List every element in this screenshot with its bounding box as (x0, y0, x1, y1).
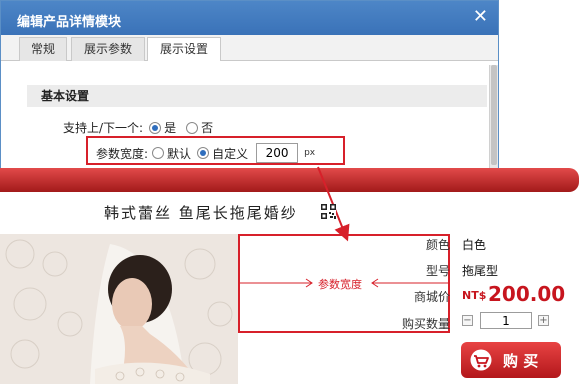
custom-width-label: 参数宽度 (318, 278, 362, 291)
product-photo (0, 234, 238, 384)
price-value: 200.00 (488, 282, 566, 306)
qty-increase-button[interactable]: + (538, 315, 549, 326)
qty-input[interactable] (480, 312, 532, 329)
attr-model-value: 拖尾型 (462, 264, 499, 278)
qty-decrease-button[interactable]: − (462, 315, 473, 326)
price-currency: NT$ (462, 289, 487, 302)
attr-color-label: 颜色 (425, 238, 450, 252)
attr-color-value: 白色 (462, 238, 487, 252)
cart-icon (470, 349, 492, 371)
qty-label: 购买数量 (401, 317, 450, 331)
qr-code-icon[interactable] (321, 204, 336, 219)
bride-image (0, 234, 238, 384)
price-label: 商城价 (413, 290, 450, 304)
product-title: 韩式蕾丝 鱼尾长拖尾婚纱 (104, 204, 298, 222)
attr-model-label: 型号 (425, 264, 450, 278)
buy-button-label: 购 买 (503, 351, 539, 370)
buy-button[interactable]: 购 买 (461, 342, 561, 378)
